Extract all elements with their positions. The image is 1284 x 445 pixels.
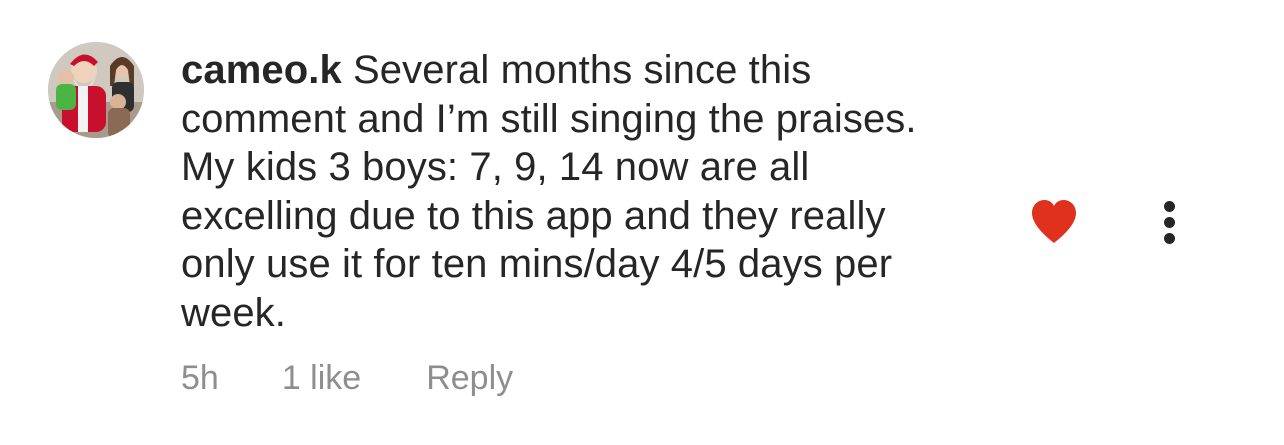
comment-like-count[interactable]: 1 like (282, 358, 361, 398)
comment-text-line-4: excelling due to this app and they reall… (181, 193, 886, 238)
comment-text-line-3: My kids 3 boys: 7, 9, 14 now are all (181, 145, 810, 189)
reply-button[interactable]: Reply (426, 358, 513, 398)
comment-text-line-5: only use it for ten mins/day 4/5 days pe… (181, 242, 893, 286)
more-dot (1164, 201, 1175, 212)
comment-text-line-1: Several months since this (353, 48, 812, 92)
heart-filled-icon[interactable] (1030, 199, 1078, 245)
avatar[interactable] (48, 42, 144, 138)
comment-username[interactable]: cameo.k (181, 48, 342, 92)
comment-text-line-2: comment and I’m still singing the praise… (181, 96, 917, 141)
comment-body: cameo.k Several months since this commen… (181, 46, 1001, 337)
more-dot (1164, 217, 1175, 228)
comment-text-line-6: week. (181, 290, 286, 335)
comment-meta: 5h 1 like Reply (181, 358, 513, 398)
comment-timestamp[interactable]: 5h (181, 358, 219, 398)
more-dot (1164, 233, 1175, 244)
more-options-icon[interactable] (1150, 198, 1190, 246)
avatar-image (48, 42, 144, 138)
